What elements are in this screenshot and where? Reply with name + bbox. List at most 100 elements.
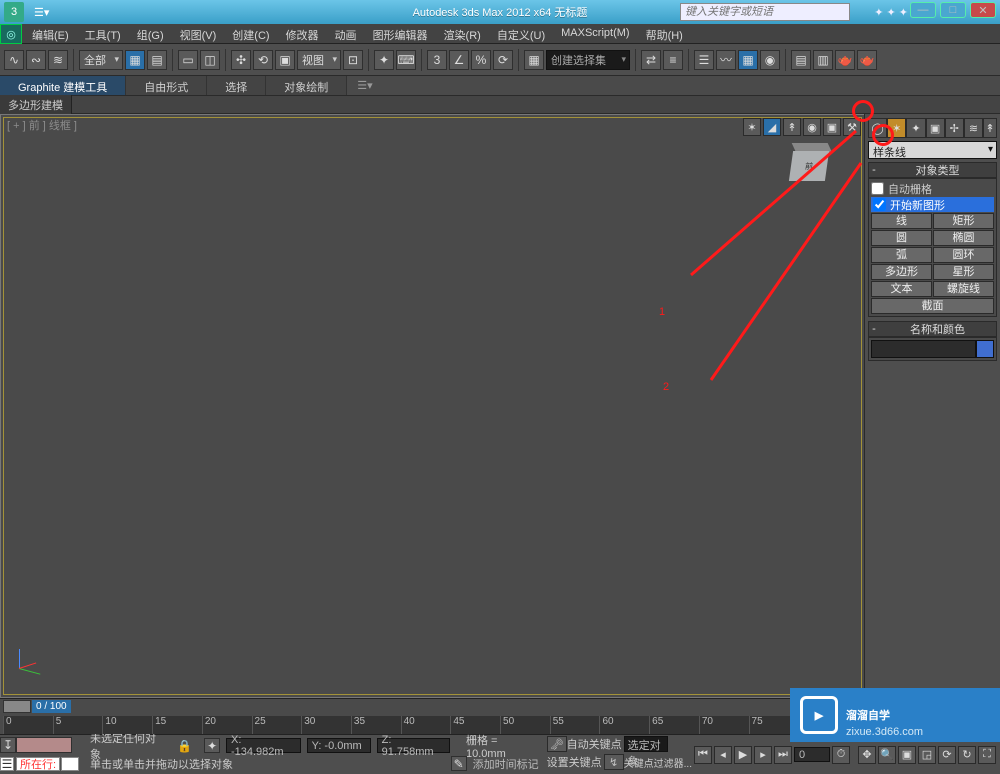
select-icon[interactable]: ▦ (125, 50, 145, 70)
btn-section[interactable]: 截面 (871, 298, 994, 314)
render-setup-icon[interactable]: ▤ (791, 50, 811, 70)
scale-icon[interactable]: ▣ (275, 50, 295, 70)
cat-geometry-icon[interactable]: ◯ (868, 118, 887, 138)
trackbar-block[interactable] (16, 737, 72, 753)
cat-scroll-icon[interactable]: ↟ (983, 118, 997, 138)
menu-create[interactable]: 创建(C) (224, 24, 277, 43)
tab-freeform[interactable]: 自由形式 (126, 76, 207, 95)
nav-maxview-icon[interactable]: ⛶ (978, 746, 996, 764)
btn-arc[interactable]: 弧 (871, 247, 932, 263)
display-panel-icon[interactable]: ▣ (823, 118, 841, 136)
time-slider-handle[interactable] (3, 700, 31, 713)
startnew-checkbox[interactable]: 开始新图形 (871, 197, 994, 212)
app-logo-icon[interactable]: 3 (4, 2, 24, 22)
rotate-icon[interactable]: ⟲ (253, 50, 273, 70)
add-time-marker[interactable]: 添加时间标记 (473, 756, 539, 772)
bind-icon[interactable]: ≋ (48, 50, 68, 70)
cat-space-icon[interactable]: ≋ (964, 118, 983, 138)
select-name-icon[interactable]: ▤ (147, 50, 167, 70)
create-panel-icon[interactable]: ✶ (743, 118, 761, 136)
key-selection-dd[interactable]: 选定对象 (624, 736, 668, 752)
cat-cameras-icon[interactable]: ▣ (926, 118, 945, 138)
btn-star[interactable]: 星形 (933, 264, 994, 280)
script-icon[interactable]: ☰ (0, 757, 14, 771)
ribbon-toggle-icon[interactable]: ☰▾ (357, 76, 372, 95)
key-filter-button[interactable]: 关键点过滤器... (624, 755, 692, 770)
btn-donut[interactable]: 圆环 (933, 247, 994, 263)
nav-orbit-icon[interactable]: ⟳ (938, 746, 956, 764)
qat-icon[interactable]: ☰▾ (34, 6, 49, 19)
autogrid-checkbox[interactable]: 自动栅格 (871, 181, 994, 196)
keymode-toggle-icon[interactable]: 🗝 (547, 736, 567, 752)
search-input[interactable] (681, 4, 849, 20)
coord-x[interactable]: X: -134.982m (226, 738, 301, 753)
pivot-icon[interactable]: ⊡ (343, 50, 363, 70)
lock-icon[interactable]: 🔒 (177, 739, 192, 753)
spinner-snap-icon[interactable]: ⟳ (493, 50, 513, 70)
hierarchy-panel-icon[interactable]: ↟ (783, 118, 801, 136)
sub-polymodel[interactable]: 多边形建模 (0, 95, 72, 115)
object-name-input[interactable] (871, 340, 976, 358)
maximize-button[interactable]: □ (940, 2, 966, 18)
manip-icon[interactable]: ✦ (374, 50, 394, 70)
align-icon[interactable]: ≡ (663, 50, 683, 70)
setkey-button[interactable]: 设置关键点 (547, 754, 602, 770)
btn-line[interactable]: 线 (871, 213, 932, 229)
tab-objpaint[interactable]: 对象绘制 (266, 76, 347, 95)
minimize-button[interactable]: — (910, 2, 936, 18)
trackbar-toggle-icon[interactable]: ↧ (0, 737, 16, 753)
rollout-objtype-head[interactable]: -对象类型 (868, 162, 997, 178)
menu-animation[interactable]: 动画 (327, 24, 365, 43)
rect-select-icon[interactable]: ▭ (178, 50, 198, 70)
move-icon[interactable]: ✣ (231, 50, 251, 70)
btn-text[interactable]: 文本 (871, 281, 932, 297)
link-icon[interactable]: ∿ (4, 50, 24, 70)
menu-render[interactable]: 渲染(R) (436, 24, 489, 43)
shapes-subcat-dropdown[interactable]: 样条线 (868, 141, 997, 159)
quick-render-icon[interactable]: 🫖 (857, 50, 877, 70)
nav-zoomext-icon[interactable]: ▣ (898, 746, 916, 764)
btn-helix[interactable]: 螺旋线 (933, 281, 994, 297)
play-icon[interactable]: ▶ (734, 746, 752, 764)
setkey-icon[interactable]: ↯ (604, 754, 624, 770)
keymode-icon[interactable]: ⌨ (396, 50, 416, 70)
nav-zoom-icon[interactable]: 🔍 (878, 746, 896, 764)
named-selset[interactable]: 创建选择集 (546, 50, 630, 70)
ref-coord-dropdown[interactable]: 视图 (297, 50, 341, 70)
search-box[interactable] (680, 3, 850, 21)
menu-group[interactable]: 组(G) (129, 24, 172, 43)
curve-editor-icon[interactable]: 〰 (716, 50, 736, 70)
schematic-icon[interactable]: ▦ (738, 50, 758, 70)
track-go-icon[interactable] (61, 757, 79, 771)
menu-customize[interactable]: 自定义(U) (489, 24, 553, 43)
nav-fov-icon[interactable]: ◲ (918, 746, 936, 764)
cat-lights-icon[interactable]: ✦ (906, 118, 925, 138)
layer-icon[interactable]: ☰ (694, 50, 714, 70)
viewport-front[interactable]: [ + ] 前 ] 线框 ] ✶ ◢ ↟ ◉ ▣ ⚒ 前 1 2 (0, 114, 864, 698)
tab-select[interactable]: 选择 (207, 76, 266, 95)
goto-start-icon[interactable]: ⏮ (694, 746, 712, 764)
coord-z[interactable]: Z: 91.758mm (377, 738, 450, 753)
nav-rotate-icon[interactable]: ↻ (958, 746, 976, 764)
utilities-panel-icon[interactable]: ⚒ (843, 118, 861, 136)
menu-tools[interactable]: 工具(T) (77, 24, 129, 43)
material-editor-icon[interactable]: ◉ (760, 50, 780, 70)
viewcube[interactable]: 前 (784, 141, 834, 191)
cat-helpers-icon[interactable]: ✢ (945, 118, 964, 138)
motion-panel-icon[interactable]: ◉ (803, 118, 821, 136)
viewport-label[interactable]: [ + ] 前 ] 线框 ] (7, 117, 77, 133)
snap-3-icon[interactable]: 3 (427, 50, 447, 70)
prev-frame-icon[interactable]: ◂ (714, 746, 732, 764)
modify-panel-icon[interactable]: ◢ (763, 118, 781, 136)
autokey-button[interactable]: 自动关键点 (567, 736, 622, 752)
btn-ellipse[interactable]: 椭圆 (933, 230, 994, 246)
render-icon[interactable]: 🫖 (835, 50, 855, 70)
current-frame[interactable]: 0 (794, 747, 830, 762)
menu-edit[interactable]: 编辑(E) (24, 24, 77, 43)
application-menu-button[interactable]: ◎ (0, 24, 22, 44)
time-config-icon[interactable]: ⏱ (832, 746, 850, 764)
goto-end-icon[interactable]: ⏭ (774, 746, 792, 764)
object-color-swatch[interactable] (976, 340, 994, 358)
menu-modifiers[interactable]: 修改器 (278, 24, 327, 43)
menu-maxscript[interactable]: MAXScript(M) (553, 24, 637, 43)
